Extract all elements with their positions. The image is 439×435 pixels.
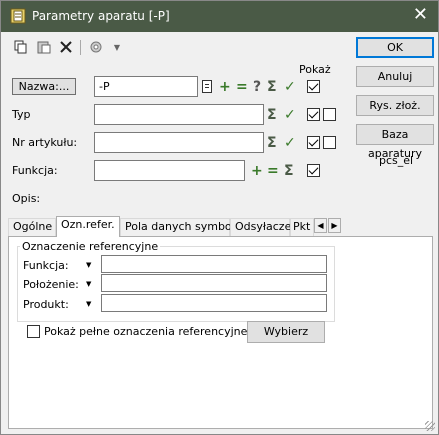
tab-scroll-right-icon[interactable]: ▶ (328, 218, 341, 233)
ok-button[interactable]: OK (356, 37, 434, 58)
opis-label: Opis: (12, 192, 41, 205)
funkcja-label: Funkcja: (12, 164, 58, 177)
check-edit-icon[interactable]: ✓ (284, 80, 296, 94)
check-edit-icon[interactable]: ✓ (284, 136, 296, 150)
typ-label: Typ (12, 108, 31, 121)
show-full-ref-checkbox[interactable] (27, 325, 40, 338)
cut-icon[interactable] (57, 38, 75, 56)
copy-icon[interactable] (12, 38, 30, 56)
toolbar-divider (80, 40, 81, 55)
group-title: Oznaczenie referencyjne (20, 240, 161, 253)
nazwa-button[interactable]: Nazwa:... (12, 78, 76, 95)
nr-artykulu-label: Nr artykułu: (12, 136, 78, 149)
typ-field[interactable] (94, 104, 264, 125)
dialog-window: Parametry aparatu [-P] ✕ ▼ Pokaż Nazwa:.… (0, 0, 439, 435)
minus-icon[interactable]: = (267, 164, 279, 178)
sigma-icon[interactable]: Σ (284, 164, 294, 178)
ref-funkcja-label: Funkcja: (23, 259, 69, 272)
sigma-icon[interactable]: Σ (267, 80, 277, 94)
ref-polozenie-field[interactable] (101, 274, 327, 292)
tab-panel: Oznaczenie referencyjne Funkcja: ▼ Położ… (8, 236, 433, 429)
close-icon[interactable]: ✕ (413, 5, 428, 25)
settings-icon[interactable] (87, 38, 105, 56)
show-column-label: Pokaż (299, 63, 331, 76)
wybierz-button[interactable]: Wybierz (247, 321, 325, 343)
nr-artykulu-extra-checkbox[interactable] (323, 136, 336, 149)
nr-artykulu-field[interactable] (94, 132, 264, 153)
ref-produkt-label: Produkt: (23, 298, 69, 311)
typ-show-checkbox[interactable] (307, 108, 320, 121)
sigma-icon[interactable]: Σ (267, 108, 277, 122)
tab-scroll-left-icon[interactable]: ◀ (314, 218, 327, 233)
ref-polozenie-label: Położenie: (23, 278, 79, 291)
nr-artykulu-show-checkbox[interactable] (307, 136, 320, 149)
tab-odsylacze[interactable]: Odsyłacze (230, 218, 291, 236)
tab-ogolne[interactable]: Ogólne (8, 218, 56, 236)
ref-produkt-field[interactable] (101, 294, 327, 312)
chevron-down-icon[interactable]: ▼ (86, 261, 91, 269)
sigma-icon[interactable]: Σ (267, 136, 277, 150)
assembly-drawing-button[interactable]: Rys. złoż. (356, 95, 434, 116)
typ-extra-checkbox[interactable] (323, 108, 336, 121)
paste-icon[interactable] (35, 38, 53, 56)
parts-database-name: pcs_el (379, 154, 414, 167)
check-edit-icon[interactable]: ✓ (284, 108, 296, 122)
cancel-button[interactable]: Anuluj (356, 66, 434, 87)
ref-funkcja-field[interactable] (101, 255, 327, 273)
plus-icon[interactable]: + (251, 164, 263, 178)
dropdown-icon[interactable]: ▼ (108, 38, 126, 56)
tab-pola-danych-symbolu[interactable]: Pola danych symbolu (120, 218, 242, 236)
parts-database-button[interactable]: Baza aparatury (356, 124, 434, 160)
show-full-ref-label: Pokaż pełne oznaczenia referencyjne (44, 325, 248, 338)
chevron-down-icon[interactable]: ▼ (86, 280, 91, 288)
chevron-down-icon[interactable]: ▼ (86, 300, 91, 308)
resize-grip-icon[interactable] (425, 421, 435, 431)
window-title: Parametry aparatu [-P] (32, 9, 170, 23)
funkcja-show-checkbox[interactable] (307, 164, 320, 177)
nazwa-field[interactable]: -P (94, 76, 198, 97)
tab-pkt[interactable]: Pkt (290, 218, 314, 236)
nazwa-show-checkbox[interactable] (307, 80, 320, 93)
plus-icon[interactable]: + (219, 80, 231, 94)
tab-ozn-refer[interactable]: Ozn.refer. (56, 216, 120, 237)
minus-icon[interactable]: = (236, 80, 248, 94)
app-icon (10, 8, 26, 24)
doc-icon[interactable] (202, 80, 212, 93)
title-bar: Parametry aparatu [-P] ✕ (1, 1, 438, 32)
question-icon[interactable]: ? (253, 80, 261, 94)
funkcja-field[interactable] (94, 160, 245, 181)
